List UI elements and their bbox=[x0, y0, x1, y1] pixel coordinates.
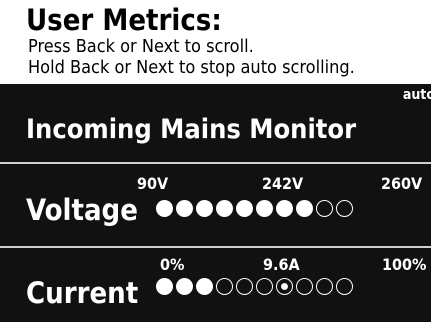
voltage-dot-filled bbox=[236, 200, 253, 217]
voltage-scale-min: 90V bbox=[137, 174, 169, 193]
current-dot-empty bbox=[256, 278, 273, 295]
current-scale-max: 100% bbox=[382, 255, 427, 274]
voltage-dot-filled bbox=[256, 200, 273, 217]
auto-scroll-instruction: Hold Back or Next to stop auto scrolling… bbox=[28, 57, 355, 78]
voltage-dot-meter bbox=[156, 200, 353, 217]
instructions-header: User Metrics: Press Back or Next to scro… bbox=[0, 0, 431, 84]
monitor-title: Incoming Mains Monitor bbox=[26, 114, 357, 145]
current-dot-empty bbox=[316, 278, 333, 295]
page-title: User Metrics: bbox=[26, 3, 222, 37]
voltage-dot-filled bbox=[216, 200, 233, 217]
current-scale-value: 9.6A bbox=[263, 255, 300, 274]
current-dot-empty bbox=[236, 278, 253, 295]
current-dot-meter bbox=[156, 278, 353, 295]
current-dot-marker bbox=[276, 278, 293, 295]
auto-scroll-badge: auto bbox=[402, 87, 431, 103]
scroll-instruction: Press Back or Next to scroll. bbox=[28, 36, 254, 57]
current-scale-min: 0% bbox=[160, 255, 185, 274]
voltage-dot-filled bbox=[156, 200, 173, 217]
voltage-dot-filled bbox=[196, 200, 213, 217]
voltage-scale-max: 260V bbox=[381, 174, 423, 193]
metrics-screen: User Metrics: Press Back or Next to scro… bbox=[0, 0, 431, 322]
current-dot-filled bbox=[176, 278, 193, 295]
voltage-scale-value: 242V bbox=[262, 174, 304, 193]
current-label: Current bbox=[26, 276, 139, 310]
voltage-dot-empty bbox=[336, 200, 353, 217]
voltage-label: Voltage bbox=[26, 193, 138, 227]
voltage-dot-empty bbox=[316, 200, 333, 217]
current-dot-filled bbox=[196, 278, 213, 295]
current-dot-empty bbox=[296, 278, 313, 295]
voltage-dot-filled bbox=[276, 200, 293, 217]
current-dot-empty bbox=[216, 278, 233, 295]
current-dot-empty bbox=[336, 278, 353, 295]
voltage-dot-filled bbox=[176, 200, 193, 217]
voltage-dot-filled bbox=[296, 200, 313, 217]
current-dot-filled bbox=[156, 278, 173, 295]
